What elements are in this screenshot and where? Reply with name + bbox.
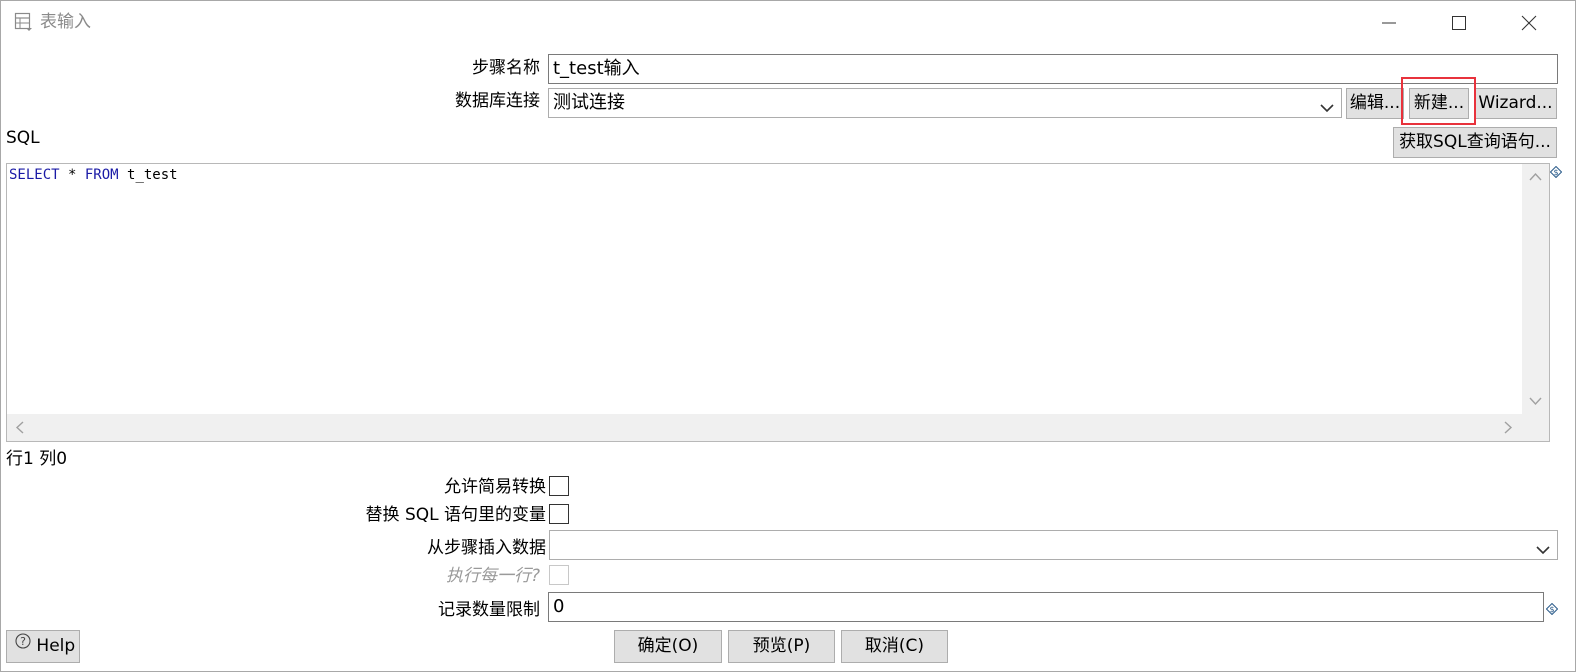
chevron-down-icon[interactable] (1535, 538, 1551, 555)
replace-vars-label: 替换 SQL 语句里的变量 (365, 505, 546, 525)
horizontal-scrollbar[interactable] (7, 414, 1549, 441)
wizard-button[interactable]: Wizard... (1474, 88, 1557, 119)
db-connection-select[interactable]: 测试连接 (548, 88, 1342, 118)
lazy-conversion-label: 允许简易转换 (444, 477, 546, 497)
execute-each-row-label: 执行每一行? (445, 566, 540, 586)
help-label: Help (36, 636, 76, 656)
new-connection-button[interactable]: 新建... (1409, 88, 1469, 119)
cursor-position: 行1 列0 (6, 449, 68, 469)
scroll-down-icon[interactable] (1529, 396, 1542, 410)
scroll-right-icon[interactable] (1503, 421, 1513, 438)
minimize-icon[interactable] (1366, 6, 1412, 40)
edit-connection-button[interactable]: 编辑... (1346, 88, 1404, 119)
sql-star: * (59, 167, 85, 183)
preview-button[interactable]: 预览(P) (728, 630, 835, 663)
help-icon: ? (15, 631, 31, 660)
window-title: 表输入 (40, 12, 91, 32)
sql-text: SELECT * FROM t_test (9, 166, 178, 184)
ok-button[interactable]: 确定(O) (614, 630, 722, 663)
maximize-icon[interactable] (1436, 6, 1482, 40)
get-sql-button[interactable]: 获取SQL查询语句... (1393, 127, 1557, 158)
db-connection-label: 数据库连接 (455, 91, 540, 111)
help-button[interactable]: ? Help (6, 630, 80, 663)
limit-label: 记录数量限制 (438, 600, 540, 620)
sql-label: SQL (6, 128, 40, 148)
insert-from-step-select[interactable] (549, 530, 1558, 560)
db-connection-value: 测试连接 (553, 92, 625, 113)
step-name-label: 步骤名称 (472, 58, 540, 78)
svg-text:$: $ (1549, 605, 1554, 614)
step-name-input[interactable]: t_test输入 (548, 54, 1558, 84)
close-icon[interactable] (1506, 6, 1552, 40)
sql-keyword-select: SELECT (9, 167, 60, 183)
execute-each-row-checkbox (549, 565, 569, 585)
variable-icon: $ (1549, 163, 1563, 179)
sql-table: t_test (118, 167, 178, 183)
scroll-up-icon[interactable] (1529, 172, 1542, 186)
vertical-scrollbar[interactable] (1522, 164, 1549, 414)
lazy-conversion-checkbox[interactable] (549, 476, 569, 496)
variable-icon: $ (1545, 600, 1559, 616)
scroll-left-icon[interactable] (15, 421, 25, 438)
insert-from-step-label: 从步骤插入数据 (427, 538, 546, 558)
title-bar: 表输入 (0, 0, 1576, 46)
svg-text:$: $ (1553, 168, 1558, 177)
table-input-icon (14, 11, 34, 33)
cancel-button[interactable]: 取消(C) (841, 630, 948, 663)
limit-input[interactable]: 0 (548, 592, 1544, 622)
sql-keyword-from: FROM (84, 167, 119, 183)
chevron-down-icon[interactable] (1319, 96, 1335, 113)
replace-vars-checkbox[interactable] (549, 504, 569, 524)
sql-editor[interactable]: SELECT * FROM t_test (6, 163, 1550, 442)
svg-text:?: ? (20, 635, 26, 648)
